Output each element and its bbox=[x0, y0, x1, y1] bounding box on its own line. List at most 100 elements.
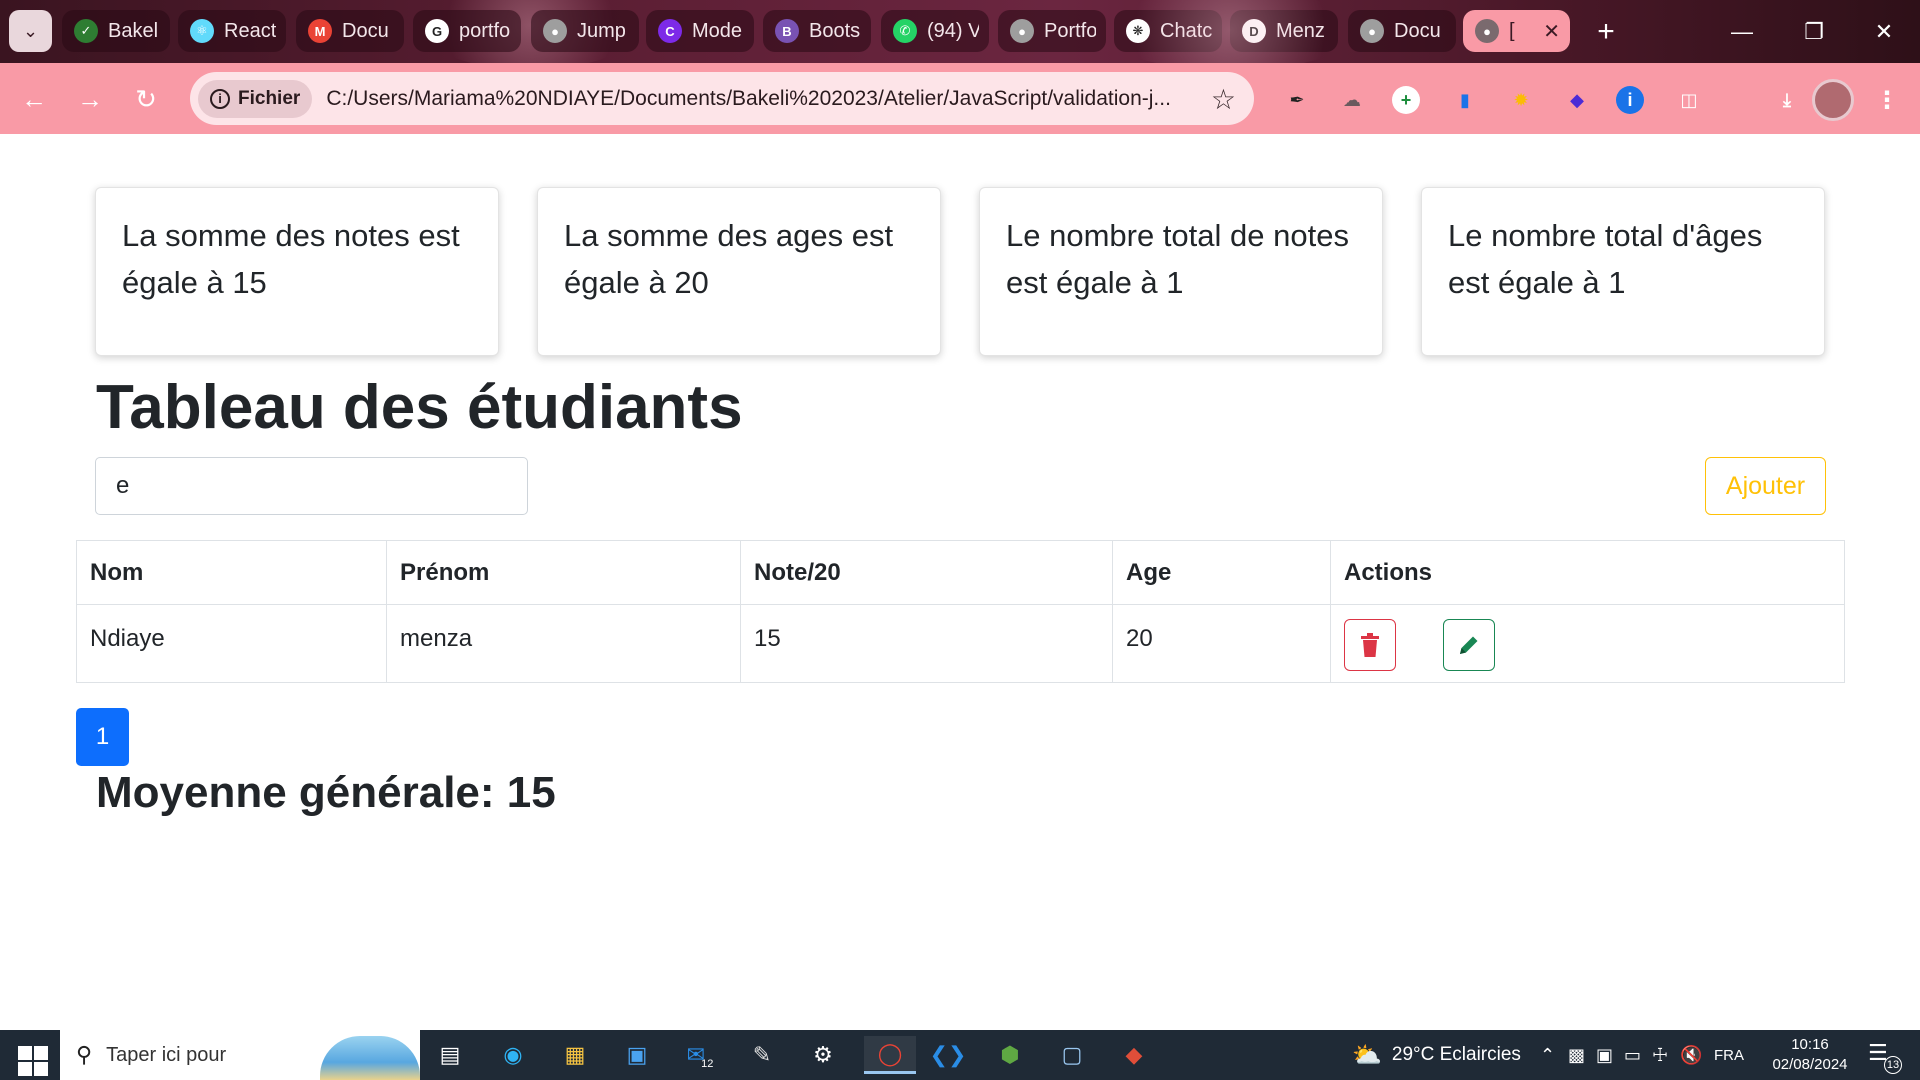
photos-icon[interactable]: ▢ bbox=[1052, 1036, 1092, 1074]
extension-layers-icon[interactable]: ◆ bbox=[1560, 83, 1594, 117]
taskbar-search[interactable]: ⚲ Taper ici pour bbox=[60, 1030, 420, 1080]
minimize-button[interactable]: — bbox=[1706, 0, 1778, 63]
extension-phone-icon[interactable]: ▮ bbox=[1448, 83, 1482, 117]
browser-tab[interactable]: B Boots bbox=[763, 10, 871, 52]
edge-icon[interactable]: ◉ bbox=[493, 1036, 533, 1074]
stat-card-text: Le nombre total d'âges est égale à 1 bbox=[1448, 218, 1763, 300]
tab-label: Portfo bbox=[1044, 19, 1096, 42]
weather-widget[interactable]: ⛅ 29°C Eclaircies bbox=[1352, 1030, 1521, 1080]
browser-tab[interactable]: Gportfo bbox=[413, 10, 521, 52]
url-text[interactable]: C:/Users/Mariama%20NDIAYE/Documents/Bake… bbox=[326, 87, 1196, 111]
tab-label: React bbox=[224, 19, 276, 42]
mail-icon[interactable]: ✉ 12 bbox=[680, 1036, 720, 1074]
tab-label: Docu bbox=[1394, 19, 1441, 42]
browser-tab[interactable]: M Docu bbox=[296, 10, 404, 52]
general-average: Moyenne générale: 15 bbox=[96, 768, 556, 817]
chrome-icon[interactable]: ◯ bbox=[864, 1036, 916, 1074]
restore-button[interactable]: ❐ bbox=[1778, 0, 1850, 63]
paint-icon[interactable]: ✎ bbox=[742, 1036, 782, 1074]
clock-time: 10:16 bbox=[1791, 1036, 1829, 1053]
download-icon[interactable]: ⤓ bbox=[1770, 83, 1804, 117]
stat-card-text: La somme des ages est égale à 20 bbox=[564, 218, 894, 300]
browser-tab[interactable]: ● Jump bbox=[531, 10, 639, 52]
browser-tab[interactable]: C Mode bbox=[646, 10, 754, 52]
google-icon: G bbox=[425, 19, 449, 43]
browser-tab[interactable]: ● Docu bbox=[1348, 10, 1456, 52]
task-view-icon[interactable]: ▤ bbox=[430, 1036, 470, 1074]
system-tray: ⌃ ▩ ▣ ▭ ☩ 🔇 FRA bbox=[1540, 1030, 1744, 1080]
cell-nom: Ndiaye bbox=[76, 604, 387, 683]
tab-label: Boots bbox=[809, 19, 861, 42]
wifi-icon[interactable]: ☩ bbox=[1652, 1045, 1680, 1066]
windows-taskbar: ⚲ Taper ici pour ▤ ◉ ▦ ▣ ✉ 12 ✎ ⚙ ◯ ❮❯ ⬢ … bbox=[0, 1030, 1920, 1080]
close-tab-icon[interactable]: ✕ bbox=[1543, 19, 1560, 44]
edit-button[interactable] bbox=[1442, 619, 1495, 671]
browser-tab[interactable]: ✆ (94) V bbox=[881, 10, 989, 52]
settings-icon[interactable]: ⚙ bbox=[803, 1036, 843, 1074]
globe-icon: ● bbox=[1360, 19, 1384, 43]
clock[interactable]: 10:16 02/08/2024 bbox=[1762, 1035, 1858, 1075]
stat-card-ages-sum: La somme des ages est égale à 20 bbox=[537, 187, 941, 356]
tab-label: Docu bbox=[342, 19, 389, 42]
new-tab-button[interactable]: + bbox=[1586, 12, 1626, 52]
windows-logo-icon bbox=[18, 1046, 48, 1076]
browser-tab[interactable]: ✓ Bakel bbox=[62, 10, 170, 52]
vscode-icon[interactable]: ❮❯ bbox=[928, 1036, 968, 1074]
page-title: Tableau des étudiants bbox=[96, 373, 743, 442]
reload-button[interactable]: ↻ bbox=[128, 81, 164, 117]
forward-button[interactable]: → bbox=[72, 81, 108, 117]
extension-info-icon[interactable]: i bbox=[1616, 86, 1644, 114]
close-window-button[interactable]: ✕ bbox=[1848, 0, 1920, 63]
pagination-page-button[interactable]: 1 bbox=[76, 708, 129, 766]
microsoft-store-icon[interactable]: ▣ bbox=[617, 1036, 657, 1074]
profile-avatar[interactable] bbox=[1812, 79, 1854, 121]
tab-label: (94) V bbox=[927, 19, 979, 42]
delete-button[interactable] bbox=[1344, 619, 1396, 671]
globe-icon: ● bbox=[1475, 19, 1499, 43]
taskbar-search-placeholder: Taper ici pour bbox=[106, 1043, 227, 1066]
cell-actions bbox=[1330, 604, 1845, 683]
tab-active[interactable]: ● [ ✕ bbox=[1463, 10, 1570, 52]
extension-sun-icon[interactable]: ✹ bbox=[1504, 83, 1538, 117]
meet-icon[interactable]: ▩ bbox=[1568, 1045, 1596, 1066]
chevron-up-icon[interactable]: ⌃ bbox=[1540, 1045, 1568, 1066]
extensions-puzzle-icon[interactable]: ◫ bbox=[1672, 83, 1706, 117]
browser-menu-icon[interactable]: ⋮ bbox=[1870, 83, 1904, 117]
cell-prenom: menza bbox=[386, 604, 741, 683]
tab-search-button[interactable]: ⌄ bbox=[9, 10, 52, 52]
stat-card-text: La somme des notes est égale à 15 bbox=[122, 218, 460, 300]
language-indicator[interactable]: FRA bbox=[1714, 1047, 1744, 1064]
browser-tab[interactable]: ❋ Chatc bbox=[1114, 10, 1222, 52]
battery-icon[interactable]: ▭ bbox=[1624, 1045, 1652, 1066]
site-info-label: Fichier bbox=[238, 87, 301, 109]
browser-tab[interactable]: D Menz bbox=[1230, 10, 1338, 52]
mail-badge: 12 bbox=[701, 1058, 714, 1070]
start-button[interactable] bbox=[10, 1038, 50, 1076]
git-icon[interactable]: ◆ bbox=[1114, 1036, 1154, 1074]
bookmark-star-icon[interactable]: ☆ bbox=[1211, 83, 1236, 116]
trash-icon bbox=[1361, 633, 1379, 657]
notification-center-icon[interactable]: ☰ 13 bbox=[1868, 1040, 1902, 1074]
volume-muted-icon[interactable]: 🔇 bbox=[1680, 1045, 1708, 1066]
info-icon: i bbox=[210, 88, 230, 109]
browser-tab[interactable]: ● Portfo bbox=[998, 10, 1106, 52]
search-icon: ⚲ bbox=[76, 1042, 93, 1067]
clock-date: 02/08/2024 bbox=[1772, 1056, 1848, 1073]
extension-cloud-icon[interactable]: ☁ bbox=[1335, 83, 1369, 117]
search-input[interactable] bbox=[95, 457, 528, 515]
extension-plus-icon[interactable]: + bbox=[1392, 86, 1420, 114]
search-highlight-image bbox=[320, 1036, 420, 1080]
back-button[interactable]: ← bbox=[16, 81, 52, 117]
pencil-icon bbox=[1459, 636, 1478, 654]
nodejs-icon[interactable]: ⬢ bbox=[990, 1036, 1030, 1074]
site-info-chip[interactable]: i Fichier bbox=[198, 79, 313, 118]
address-bar[interactable]: i Fichier C:/Users/Mariama%20NDIAYE/Docu… bbox=[190, 72, 1254, 125]
table-row: Ndiaye menza 15 20 bbox=[76, 604, 1845, 683]
camera-icon[interactable]: ▣ bbox=[1596, 1045, 1624, 1066]
tab-label: Chatc bbox=[1160, 19, 1212, 42]
file-explorer-icon[interactable]: ▦ bbox=[555, 1036, 595, 1074]
browser-tab[interactable]: ⚛ React bbox=[178, 10, 286, 52]
tab-label: [ bbox=[1509, 19, 1515, 42]
add-student-button[interactable]: Ajouter bbox=[1705, 457, 1826, 515]
eyedropper-extension-icon[interactable]: ✒ bbox=[1280, 83, 1314, 117]
